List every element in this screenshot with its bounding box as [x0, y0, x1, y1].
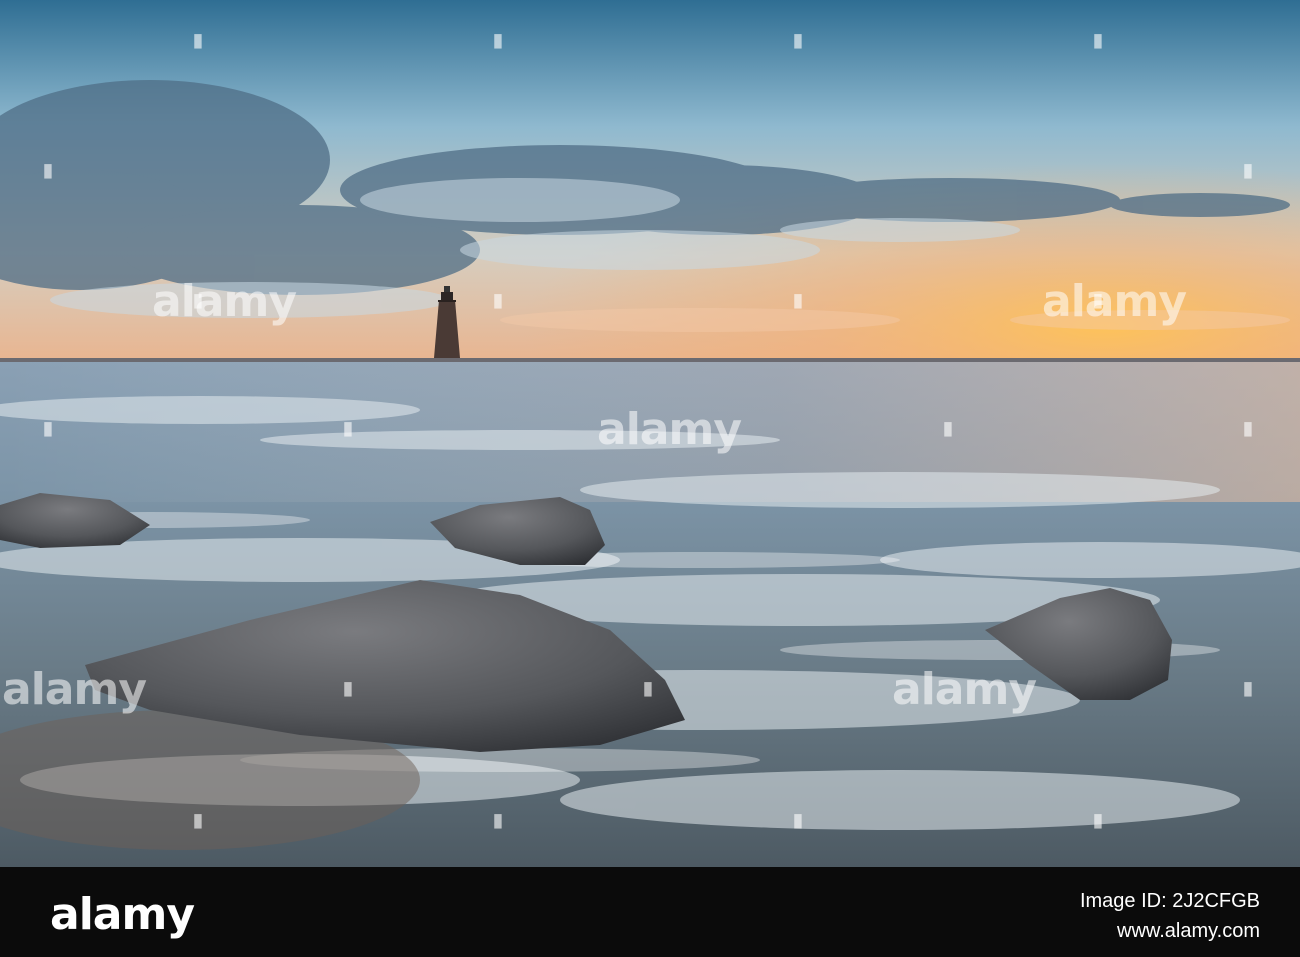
alamy-dot-icon: ▮	[643, 678, 653, 698]
alamy-dot-icon: ▮	[493, 290, 503, 310]
alamy-dot-icon: ▮	[1243, 678, 1253, 698]
watermark: alamy	[597, 404, 742, 455]
watermark: alamy	[1042, 276, 1187, 327]
alamy-dot-icon: ▮	[193, 810, 203, 830]
alamy-dot-icon: ▮	[493, 30, 503, 50]
alamy-dot-icon: ▮	[343, 418, 353, 438]
alamy-dot-icon: ▮	[1243, 418, 1253, 438]
watermark: alamy	[2, 664, 147, 715]
alamy-dot-icon: ▮	[793, 290, 803, 310]
footer-bar: alamy Image ID: 2J2CFGB www.alamy.com	[0, 867, 1300, 957]
alamy-logo[interactable]: alamy	[50, 889, 195, 940]
alamy-dot-icon: ▮	[343, 678, 353, 698]
alamy-dot-icon: ▮	[1093, 810, 1103, 830]
alamy-dot-icon: ▮	[793, 30, 803, 50]
image-id: Image ID: 2J2CFGB	[1079, 890, 1260, 912]
alamy-dot-icon: ▮	[193, 30, 203, 50]
alamy-dot-icon: ▮	[43, 160, 53, 180]
alamy-dot-icon: ▮	[793, 810, 803, 830]
alamy-dot-icon: ▮	[1093, 30, 1103, 50]
alamy-dot-icon: ▮	[193, 290, 203, 310]
photo: ▮ ▮ ▮ ▮ ▮ ▮ alamy alamy ▮ ▮ ▮ ▮ alamy ▮ …	[0, 0, 1300, 867]
alamy-dot-icon: ▮	[943, 418, 953, 438]
alamy-dot-icon: ▮	[43, 418, 53, 438]
alamy-dot-icon: ▮	[1243, 160, 1253, 180]
footer-info: Image ID: 2J2CFGB www.alamy.com	[1080, 889, 1260, 943]
alamy-dot-icon: ▮	[1093, 290, 1103, 310]
watermark: alamy	[152, 276, 297, 327]
site-link[interactable]: www.alamy.com	[1080, 919, 1260, 943]
alamy-dot-icon: ▮	[493, 810, 503, 830]
watermark: alamy	[892, 664, 1037, 715]
